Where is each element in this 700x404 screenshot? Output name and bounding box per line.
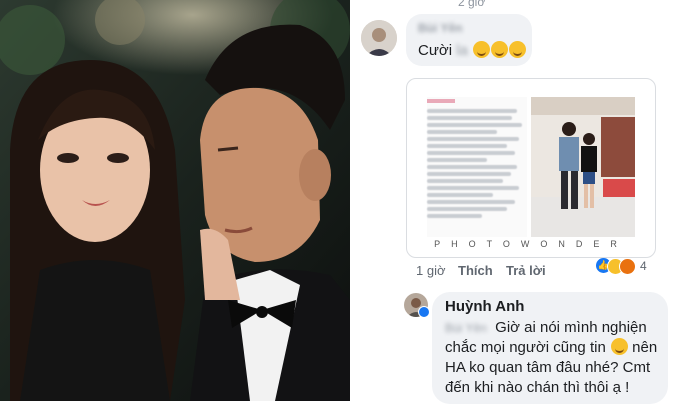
panel-divider xyxy=(350,0,352,401)
couple-photo-illustration xyxy=(0,0,350,401)
reaction-count: 4 xyxy=(640,259,647,273)
reply-text-line-3: HA ko quan tâm đâu nhé? Cmt xyxy=(445,359,651,376)
comment-text-body: Cười xyxy=(418,42,457,59)
like-link[interactable]: Thích xyxy=(458,263,493,278)
reply-line-2: chắc mọi người cũng tin nên xyxy=(445,338,657,358)
laughing-emoji-icon xyxy=(473,41,491,58)
blurred-screenshot-text xyxy=(427,97,527,237)
reply-mention-blurred[interactable]: Bùi Yên xyxy=(445,321,487,335)
angry-reaction-icon xyxy=(619,258,636,275)
reply-bubble: Huỳnh Anh Bùi Yên Giờ ai nói mình nghiện… xyxy=(432,292,668,404)
reply-line-1: Bùi Yên Giờ ai nói mình nghiện xyxy=(445,318,657,338)
comment-author-blurred[interactable]: Bùi Yên xyxy=(418,21,462,35)
watermark: PHOTOWONDER xyxy=(434,239,628,249)
attached-image[interactable]: PHOTOWONDER xyxy=(406,78,656,258)
laughing-emoji-icon xyxy=(491,41,509,58)
reply-text-line-1: Giờ ai nói mình nghiện xyxy=(495,319,647,336)
avatar-icon xyxy=(361,20,397,56)
reactions[interactable]: 👍 4 xyxy=(596,258,656,276)
laughing-emoji-icon xyxy=(610,338,628,355)
reply-text-line-2a: chắc mọi người cũng tin xyxy=(445,339,610,356)
comment-tag-blurred: la xyxy=(456,42,468,59)
avatar[interactable] xyxy=(361,20,397,56)
reply-text-line-4: đến khi nào chán thì thôi ạ ! xyxy=(445,379,630,396)
laughing-emoji-icon xyxy=(509,41,527,58)
reply-author[interactable]: Huỳnh Anh xyxy=(445,298,524,315)
reply-text-line-2b: nên xyxy=(627,339,658,356)
reply-body: Bùi Yên Giờ ai nói mình nghiện chắc mọi … xyxy=(445,318,657,398)
comment-bubble: Bùi Yên Cười la xyxy=(406,14,532,66)
reply-link[interactable]: Trả lời xyxy=(506,263,546,278)
comment-time[interactable]: 1 giờ xyxy=(416,263,446,278)
post-timestamp: 2 giờ xyxy=(458,0,486,9)
comment-text: Cười la xyxy=(418,41,527,59)
verified-badge-icon xyxy=(418,306,430,318)
couple-store-photo xyxy=(531,97,635,237)
left-photo xyxy=(0,0,350,401)
